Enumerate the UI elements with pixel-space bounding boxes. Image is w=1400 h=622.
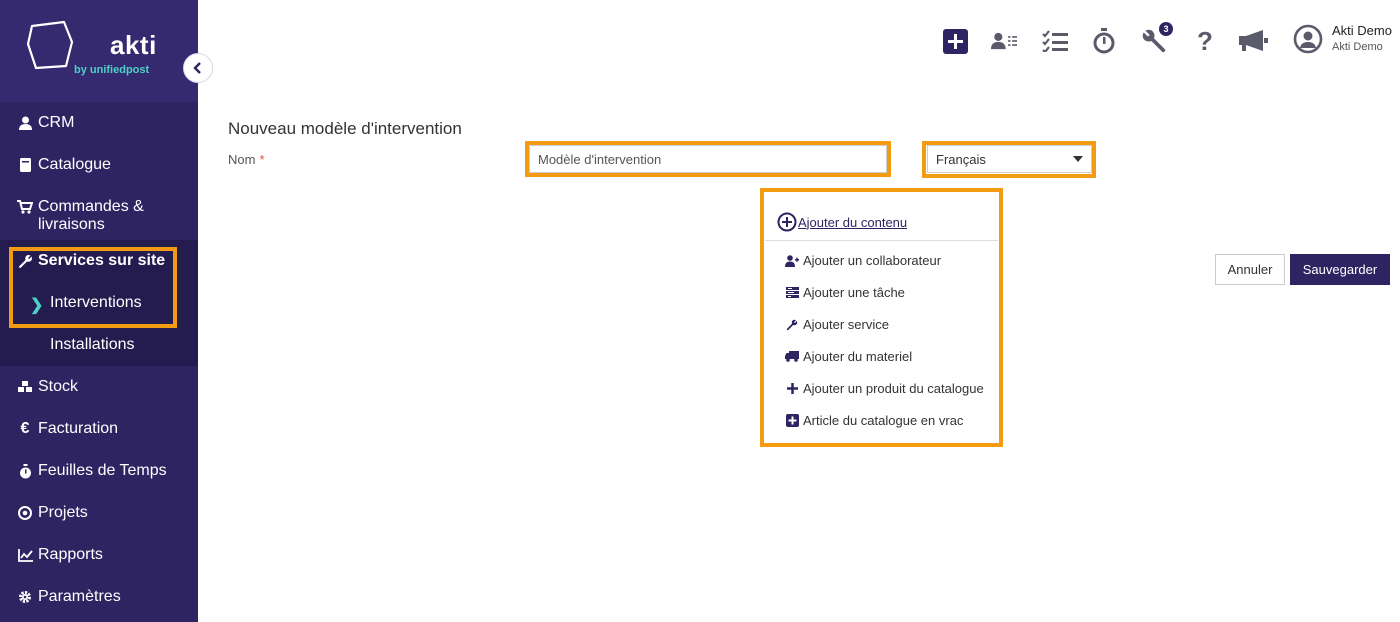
- sidebar-item-projets[interactable]: Projets: [0, 492, 198, 534]
- interventions-button[interactable]: 3: [1141, 22, 1173, 54]
- cancel-button[interactable]: Annuler: [1215, 254, 1285, 285]
- menu-divider: [765, 240, 998, 241]
- cubes-icon: [17, 379, 33, 395]
- user-plus-icon: [785, 254, 799, 268]
- add-content-link[interactable]: Ajouter du contenu: [777, 212, 907, 232]
- chart-icon: [17, 547, 33, 563]
- sidebar-item-label: Services sur site: [38, 252, 166, 269]
- sidebar-nav: CRM Catalogue Commandes & livraisons Serv…: [0, 102, 198, 618]
- question-icon: ?: [1197, 25, 1213, 56]
- cart-icon: [17, 199, 33, 215]
- gear-icon: [17, 589, 33, 605]
- sidebar-item-label: CRM: [38, 114, 75, 131]
- logo-area: akti by unifiedpost: [0, 0, 198, 102]
- contacts-list-button[interactable]: [991, 28, 1017, 54]
- sidebar-item-label: Paramètres: [38, 588, 121, 605]
- checklist-icon: [1042, 30, 1068, 52]
- plus-square-icon: [785, 414, 799, 428]
- truck-icon: [785, 350, 799, 364]
- target-icon: [17, 505, 33, 521]
- sidebar-item-label: Projets: [38, 504, 88, 521]
- menu-item-add-collaborator[interactable]: Ajouter un collaborateur: [785, 253, 941, 268]
- logo-mark: [26, 20, 74, 70]
- sidebar: akti by unifiedpost CRM Catalogue Comman…: [0, 0, 198, 622]
- wrench-icon: [785, 318, 799, 332]
- sidebar-item-crm[interactable]: CRM: [0, 102, 198, 144]
- help-button[interactable]: ?: [1192, 25, 1218, 56]
- sidebar-subitem-label: Installations: [50, 336, 135, 353]
- menu-item-bulk-catalogue-article[interactable]: Article du catalogue en vrac: [785, 413, 963, 428]
- sidebar-item-stock[interactable]: Stock: [0, 366, 198, 408]
- plus-square-icon: [942, 28, 968, 54]
- sidebar-item-label: Stock: [38, 378, 79, 395]
- chevron-left-icon: [193, 62, 201, 74]
- chevron-right-icon: ❯: [30, 297, 44, 314]
- user-list-icon: [991, 32, 1017, 50]
- user-circle-icon: [1293, 24, 1323, 54]
- logo-tagline: by unifiedpost: [74, 64, 150, 76]
- sidebar-subitem-installations[interactable]: Installations: [0, 324, 198, 366]
- sidebar-item-facturation[interactable]: € Facturation: [0, 408, 198, 450]
- book-icon: [17, 157, 33, 173]
- sidebar-item-rapports[interactable]: Rapports: [0, 534, 198, 576]
- notification-badge: 3: [1159, 22, 1173, 36]
- stopwatch-icon: [17, 463, 33, 479]
- user-name[interactable]: Akti Demo: [1332, 23, 1392, 38]
- name-label: Nom *: [228, 152, 265, 167]
- euro-icon: €: [20, 420, 30, 437]
- sidebar-item-label: Facturation: [38, 420, 119, 437]
- sidebar-item-label: Feuilles de Temps: [38, 462, 167, 479]
- sidebar-item-parametres[interactable]: Paramètres: [0, 576, 198, 618]
- sidebar-item-feuilles[interactable]: Feuilles de Temps: [0, 450, 198, 492]
- stopwatch-icon: [1093, 28, 1115, 54]
- tasks-button[interactable]: [1042, 28, 1068, 54]
- language-select[interactable]: Français: [927, 145, 1092, 173]
- add-content-menu: Ajouter du contenu Ajouter un collaborat…: [765, 192, 998, 443]
- announcements-button[interactable]: [1238, 28, 1270, 54]
- wrench-icon: [17, 253, 33, 269]
- logo-text: akti: [110, 30, 157, 60]
- megaphone-icon: [1239, 30, 1268, 51]
- sidebar-submenu-services: Services sur site ❯ Interventions Instal…: [0, 240, 198, 366]
- menu-item-add-catalogue-product[interactable]: Ajouter un produit du catalogue: [785, 381, 984, 396]
- timer-button[interactable]: [1091, 28, 1117, 54]
- sidebar-subitem-label: Interventions: [50, 294, 142, 311]
- name-input[interactable]: [529, 145, 887, 173]
- user-avatar[interactable]: [1293, 24, 1323, 54]
- sidebar-item-catalogue[interactable]: Catalogue: [0, 144, 198, 186]
- sidebar-item-label: Rapports: [38, 546, 103, 563]
- menu-item-add-service[interactable]: Ajouter service: [785, 317, 889, 332]
- caret-down-icon: [1073, 156, 1083, 162]
- page-title: Nouveau modèle d'intervention: [228, 119, 462, 138]
- menu-item-add-task[interactable]: Ajouter une tâche: [785, 285, 905, 300]
- sidebar-item-label: Catalogue: [38, 156, 111, 173]
- sidebar-item-label: Commandes & livraisons: [38, 198, 144, 233]
- sidebar-collapse-button[interactable]: [183, 53, 213, 83]
- tasks-icon: [785, 286, 799, 300]
- sidebar-subitem-interventions[interactable]: ❯ Interventions: [0, 282, 198, 324]
- sidebar-item-services[interactable]: Services sur site: [0, 240, 198, 282]
- plus-icon: [785, 382, 799, 396]
- user-company: Akti Demo: [1332, 41, 1383, 53]
- plus-circle-icon: [777, 212, 797, 232]
- menu-item-add-material[interactable]: Ajouter du materiel: [785, 349, 912, 364]
- user-icon: [17, 115, 33, 131]
- save-button[interactable]: Sauvegarder: [1290, 254, 1390, 285]
- required-marker: *: [259, 152, 265, 167]
- language-value: Français: [936, 151, 986, 167]
- quick-add-button[interactable]: [942, 28, 968, 54]
- sidebar-item-commandes[interactable]: Commandes & livraisons: [0, 186, 198, 236]
